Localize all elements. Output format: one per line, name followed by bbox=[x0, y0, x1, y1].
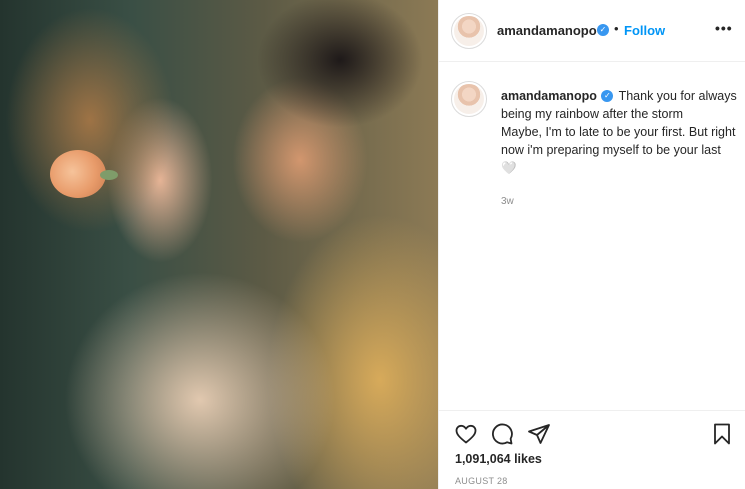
likes-count[interactable]: 1,091,064 likes bbox=[455, 452, 542, 466]
caption: amandamanopo ✓ Thank you for always bein… bbox=[501, 87, 737, 177]
post-photo[interactable] bbox=[0, 0, 438, 489]
share-icon[interactable] bbox=[527, 422, 551, 446]
post-side-panel: amandamanopo ✓ • Follow ••• amandamanopo… bbox=[438, 0, 745, 489]
heart-icon[interactable] bbox=[454, 422, 478, 446]
more-options-button[interactable]: ••• bbox=[715, 20, 733, 36]
caption-line-2: Maybe, I'm to late to be your first. But… bbox=[501, 125, 736, 175]
leaf-decoration bbox=[100, 170, 118, 180]
caption-username-link[interactable]: amandamanopo bbox=[501, 89, 597, 103]
follow-button[interactable]: Follow bbox=[624, 23, 665, 38]
username-link[interactable]: amandamanopo bbox=[497, 23, 597, 38]
caption-avatar[interactable] bbox=[451, 81, 487, 117]
comment-icon[interactable] bbox=[490, 422, 514, 446]
action-bar bbox=[439, 410, 745, 454]
post-date[interactable]: AUGUST 28 bbox=[455, 476, 508, 486]
bookmark-icon[interactable] bbox=[710, 422, 734, 446]
post-header: amandamanopo ✓ • Follow ••• bbox=[439, 0, 745, 62]
post-time[interactable]: 3w bbox=[501, 196, 514, 207]
verified-badge-icon: ✓ bbox=[601, 89, 614, 102]
flower-decoration bbox=[50, 150, 106, 198]
separator-dot: • bbox=[614, 21, 619, 36]
verified-badge-icon: ✓ bbox=[597, 24, 609, 36]
comments-section: amandamanopo ✓ Thank you for always bein… bbox=[439, 62, 745, 410]
avatar[interactable] bbox=[451, 13, 487, 49]
